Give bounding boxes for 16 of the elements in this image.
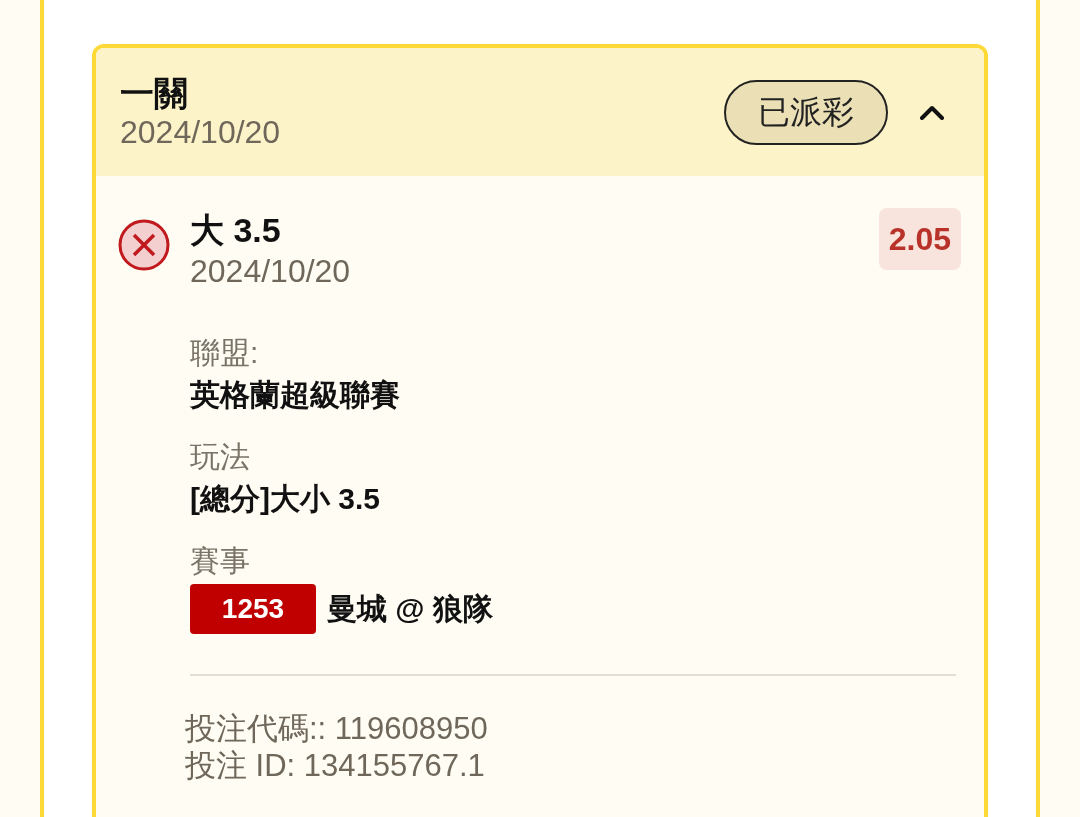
status-badge: 已派彩: [724, 79, 888, 145]
bet-reference: 投注 ID: 134155767.1: [185, 747, 486, 784]
selection-date: 2024/10/20: [190, 252, 352, 290]
detail-value: 曼城 @ 狼隊: [327, 591, 493, 627]
detail-value: 英格蘭超級聯賽: [190, 377, 400, 413]
leg-title: 一關: [120, 73, 189, 113]
chevron-up-icon[interactable]: [920, 104, 944, 120]
detail-value: [總分]大小 3.5: [190, 481, 381, 517]
bet-reference: 投注代碼:: 119608950: [185, 710, 489, 747]
detail-label: 玩法: [190, 439, 251, 475]
match-number: 1253: [190, 584, 316, 634]
detail-label: 賽事: [190, 543, 251, 579]
selection-name: 大 3.5: [190, 210, 282, 251]
leg-date: 2024/10/20: [120, 113, 282, 151]
detail-label: 聯盟:: [190, 335, 260, 371]
odds: 2.05: [878, 208, 961, 270]
